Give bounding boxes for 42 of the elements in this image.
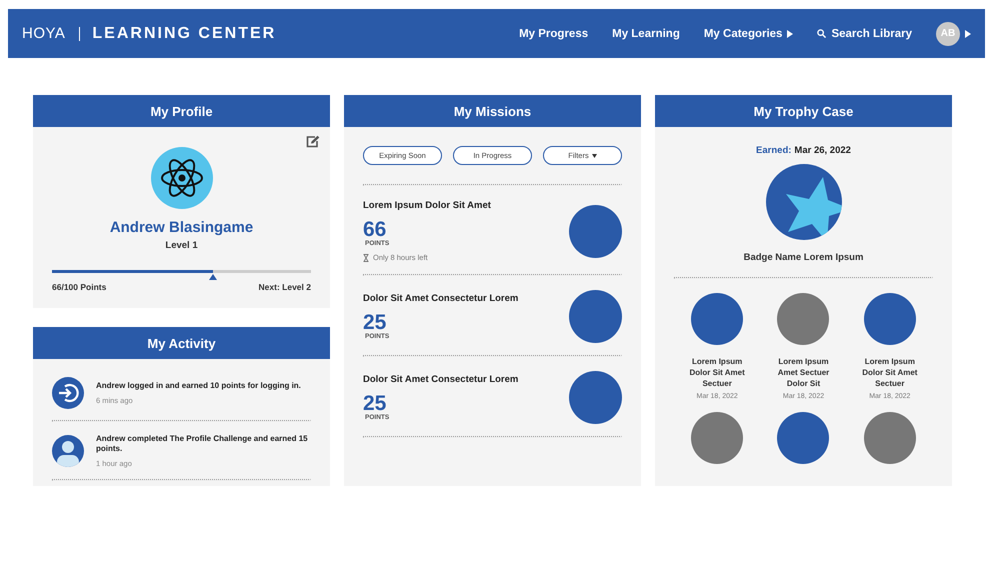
profile-name: Andrew Blasingame (110, 219, 254, 236)
logo[interactable]: HOYA (22, 25, 66, 42)
panel-header: My Trophy Case (655, 95, 952, 127)
mission-title: Dolor Sit Amet Consectetur Lorem (363, 293, 518, 304)
mission-badge-icon (569, 204, 622, 258)
search-icon (817, 29, 826, 38)
caret-icon (787, 30, 794, 38)
panel-header: My Activity (33, 327, 330, 359)
search-link[interactable]: Search Library (817, 28, 912, 40)
star-badge-icon (766, 164, 842, 240)
mission-title: Dolor Sit Amet Consectetur Lorem (363, 374, 518, 385)
mission-badge-icon (569, 371, 622, 424)
badge-title: Lorem Ipsum Amet Sectuer Dolor Sit (776, 357, 830, 390)
nav-menu-link[interactable]: My Categories (704, 28, 794, 40)
activity-text: Andrew logged in and earned 10 points for logging in. (96, 381, 301, 392)
badge-name: Badge Name Lorem Ipsum (744, 252, 864, 263)
mission-points: 25 (363, 312, 386, 333)
app-title: LEARNING CENTER (92, 24, 276, 42)
nav-link[interactable]: My Progress (519, 28, 588, 40)
panel-header: My Missions (344, 95, 641, 127)
caret-icon[interactable] (965, 30, 971, 38)
badge-title: Lorem Ipsum Dolor Sit Amet Sectuer (861, 357, 918, 390)
next-level-label: Next: Level 2 (258, 282, 311, 292)
edit-icon[interactable] (306, 135, 320, 148)
panel-header: My Profile (33, 95, 330, 127)
badge-title: Lorem Ipsum Dolor Sit Amet Sectuer (688, 357, 746, 390)
hourglass-icon (363, 254, 369, 262)
user-icon (52, 434, 84, 467)
login-icon (52, 377, 84, 409)
caret-icon (592, 154, 597, 158)
earned-date: Mar 26, 2022 (794, 145, 851, 156)
progress-marker (208, 274, 217, 280)
mission-points: 66 (363, 219, 386, 240)
activity-text: Andrew completed The Profile Challenge and earned 15 points. (96, 434, 309, 455)
level-label: Level 1 (165, 240, 198, 251)
earned-label: Earned: (756, 145, 792, 156)
points-label: 66/100 Points (52, 282, 106, 292)
mission-badge-icon (569, 290, 622, 343)
atom-avatar-icon (150, 147, 212, 209)
nav-link[interactable]: My Learning (612, 28, 680, 40)
mission-title: Lorem Ipsum Dolor Sit Amet (363, 200, 491, 211)
mission-points: 25 (363, 393, 386, 414)
